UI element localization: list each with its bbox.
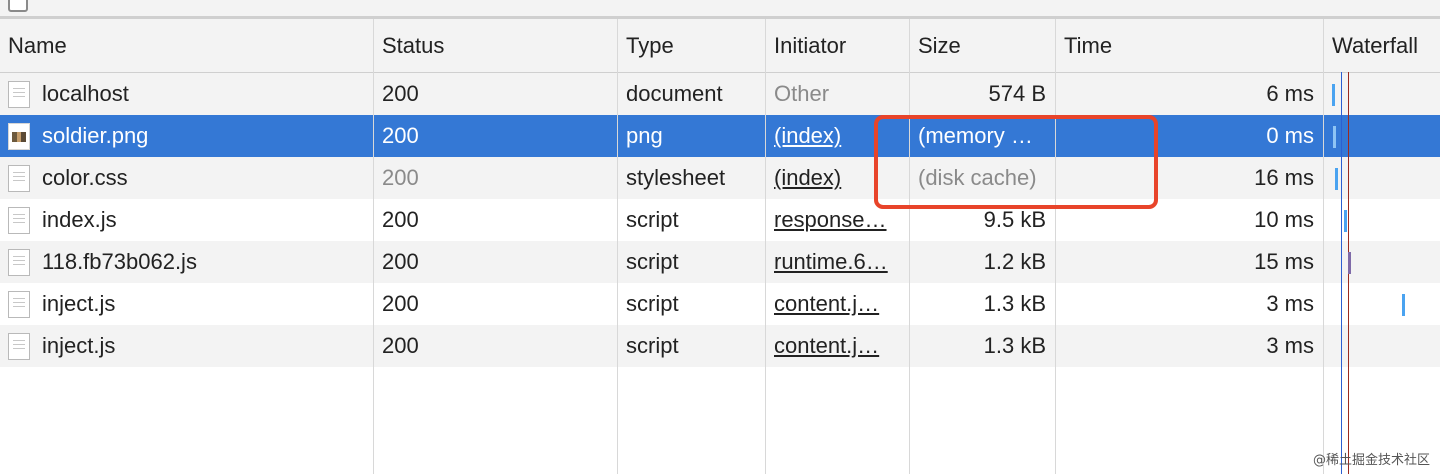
request-size: 1.3 kB xyxy=(983,291,1046,316)
table-row[interactable]: inject.js 200 script content.j… 1.3 kB 3… xyxy=(0,325,1440,367)
request-name: color.css xyxy=(42,165,128,190)
column-divider[interactable] xyxy=(373,19,374,474)
initiator-link[interactable]: runtime.6… xyxy=(766,241,909,283)
table-row[interactable]: 118.fb73b062.js 200 script runtime.6… 1.… xyxy=(0,241,1440,283)
request-status: 200 xyxy=(382,249,419,274)
dom-content-loaded-line xyxy=(1341,72,1342,474)
waterfall-bar xyxy=(1333,126,1336,148)
request-name: localhost xyxy=(42,81,129,106)
request-status: 200 xyxy=(382,123,419,148)
table-row[interactable]: index.js 200 script response… 9.5 kB 10 … xyxy=(0,199,1440,241)
waterfall-bar xyxy=(1335,168,1338,190)
request-size: 574 B xyxy=(988,81,1047,106)
table-row[interactable]: inject.js 200 script content.j… 1.3 kB 3… xyxy=(0,283,1440,325)
initiator-link[interactable]: content.j… xyxy=(766,283,909,325)
waterfall-bar xyxy=(1344,210,1347,232)
request-type: png xyxy=(626,123,663,148)
request-status: 200 xyxy=(382,333,419,358)
waterfall-bar xyxy=(1332,84,1335,106)
request-size: 1.3 kB xyxy=(983,333,1046,358)
column-divider[interactable] xyxy=(909,19,910,474)
column-header-waterfall[interactable]: Waterfall xyxy=(1324,19,1440,72)
request-time: 6 ms xyxy=(1266,81,1314,106)
request-type: script xyxy=(626,291,679,316)
toolbar-checkbox[interactable] xyxy=(8,0,28,12)
request-name: soldier.png xyxy=(42,123,149,148)
request-time: 3 ms xyxy=(1266,291,1314,316)
request-status: 200 xyxy=(382,207,419,232)
request-time: 15 ms xyxy=(1254,249,1314,274)
column-header-size[interactable]: Size xyxy=(910,19,1055,72)
column-header-time[interactable]: Time xyxy=(1056,19,1323,72)
request-type: script xyxy=(626,207,679,232)
request-initiator: Other xyxy=(774,81,830,106)
watermark: @稀土掘金技术社区 xyxy=(1312,453,1430,468)
table-header: Name Status Type Initiator Size Time Wat… xyxy=(0,19,1440,73)
request-type: script xyxy=(626,333,679,358)
table-row-selected[interactable]: soldier.png 200 png (index) (memory … 0 … xyxy=(0,115,1440,157)
table-row[interactable]: color.css 200 stylesheet (index) (disk c… xyxy=(0,157,1440,199)
column-divider[interactable] xyxy=(765,19,766,474)
request-type: script xyxy=(626,249,679,274)
table-row[interactable]: localhost 200 document Other 574 B 6 ms xyxy=(0,73,1440,115)
request-status: 200 xyxy=(382,165,419,190)
filter-toolbar-strip xyxy=(0,0,1440,16)
column-header-type[interactable]: Type xyxy=(618,19,765,72)
column-header-name[interactable]: Name xyxy=(0,19,373,72)
column-header-status[interactable]: Status xyxy=(374,19,617,72)
request-time: 3 ms xyxy=(1266,333,1314,358)
request-type: document xyxy=(626,81,723,106)
annotation-highlight-box xyxy=(874,115,1158,209)
request-status: 200 xyxy=(382,291,419,316)
column-header-initiator[interactable]: Initiator xyxy=(766,19,909,72)
request-name: inject.js xyxy=(42,291,116,316)
request-type: stylesheet xyxy=(626,165,726,190)
request-name: 118.fb73b062.js xyxy=(42,249,197,274)
request-name: inject.js xyxy=(42,333,116,358)
request-status: 200 xyxy=(382,81,419,106)
request-size: 1.2 kB xyxy=(983,249,1046,274)
initiator-link[interactable]: content.j… xyxy=(766,325,909,367)
request-name: index.js xyxy=(42,207,117,232)
column-divider[interactable] xyxy=(617,19,618,474)
waterfall-bar xyxy=(1402,294,1405,316)
waterfall-bar xyxy=(1348,252,1351,274)
column-divider[interactable] xyxy=(1323,19,1324,474)
column-divider[interactable] xyxy=(1055,19,1056,474)
